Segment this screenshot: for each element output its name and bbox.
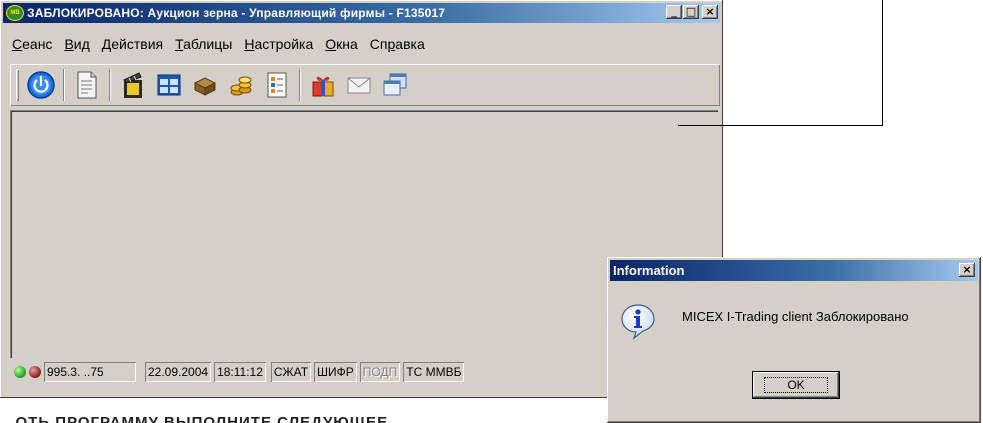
status-sign: ПОДП — [360, 362, 400, 382]
menu-bar: Сеанс Вид Действия Таблицы Настройка Окн… — [6, 36, 431, 56]
clapperboard-icon[interactable] — [117, 69, 149, 101]
connection-red-icon — [29, 366, 41, 378]
power-icon[interactable] — [25, 69, 57, 101]
document-icon[interactable] — [71, 69, 103, 101]
menu-tables[interactable]: Таблицы — [169, 36, 238, 56]
toolbar-grip[interactable] — [16, 69, 19, 101]
dialog-message: MICEX I-Trading client Заблокировано — [682, 309, 909, 324]
background-text: ...ОТЬ ПРОГРАММУ ВЫПОЛНИТЕ СЛЕДУЮЩЕЕ — [0, 414, 389, 423]
toolbar-separator — [299, 69, 301, 101]
menu-settings[interactable]: Настройка — [238, 36, 319, 56]
connection-green-icon — [14, 366, 26, 378]
dialog-close-button[interactable]: × — [959, 263, 975, 277]
status-compress: СЖАТ — [271, 362, 311, 382]
window-title: ЗАБЛОКИРОВАНО: Аукцион зерна - Управляющ… — [27, 6, 446, 20]
toolbar-separator — [63, 69, 65, 101]
toolbar — [10, 64, 720, 106]
callout-line — [678, 125, 883, 126]
info-icon — [619, 302, 657, 340]
status-cipher: ШИФР — [314, 362, 357, 382]
ok-button-label: OK — [764, 377, 828, 393]
coins-icon[interactable] — [225, 69, 257, 101]
toolbar-separator — [109, 69, 111, 101]
menu-session[interactable]: Сеанс — [6, 36, 58, 56]
information-dialog: Information × MICEX I-Trading client Заб… — [607, 257, 981, 423]
status-time: 18:11:12 — [214, 362, 266, 382]
window-icon[interactable] — [379, 69, 411, 101]
maximize-button[interactable]: □ — [683, 5, 699, 19]
dialog-title-bar[interactable]: Information × — [610, 260, 978, 281]
menu-windows[interactable]: Окна — [319, 36, 364, 56]
envelope-icon[interactable] — [343, 69, 375, 101]
menu-actions[interactable]: Действия — [96, 36, 169, 56]
table-icon[interactable] — [153, 69, 185, 101]
menu-view[interactable]: Вид — [58, 36, 95, 56]
callout-line — [882, 0, 883, 126]
close-button[interactable]: × — [702, 5, 718, 19]
gift-icon[interactable] — [307, 69, 339, 101]
app-logo-text: MB — [10, 10, 20, 16]
status-address: 995.3. ..75 — [44, 362, 136, 382]
status-date: 22.09.2004 — [145, 362, 211, 382]
title-buttons: _ □ × — [665, 5, 718, 19]
minimize-button[interactable]: _ — [666, 5, 682, 19]
dialog-title: Information — [613, 263, 685, 278]
box-icon[interactable] — [189, 69, 221, 101]
ok-button[interactable]: OK — [752, 371, 840, 399]
report-icon[interactable] — [261, 69, 293, 101]
app-logo-icon[interactable]: MB — [6, 5, 24, 21]
title-bar[interactable]: MB ЗАБЛОКИРОВАНО: Аукцион зерна - Управл… — [3, 3, 720, 23]
menu-help[interactable]: Справка — [364, 36, 431, 56]
status-exchange: ТС ММВБ — [403, 362, 464, 382]
